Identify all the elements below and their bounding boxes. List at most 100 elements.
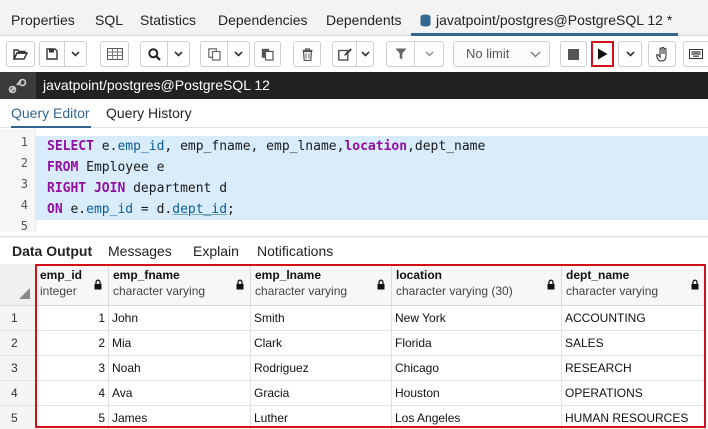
grid-button[interactable] [100, 41, 129, 67]
table-cell[interactable]: ACCOUNTING [562, 306, 706, 331]
table-cell[interactable]: RESEARCH [562, 356, 706, 381]
line-number-gutter: 1 2 3 4 5 [0, 129, 36, 233]
lock-icon [547, 279, 555, 290]
row-number[interactable]: 4 [0, 381, 36, 406]
row-number[interactable]: 2 [0, 331, 36, 356]
delete-button[interactable] [293, 41, 321, 67]
row-number[interactable]: 5 [0, 406, 36, 429]
table-cell[interactable]: Rodriguez [251, 356, 392, 381]
delete-icon [302, 47, 312, 61]
column-name: emp_lname [255, 268, 322, 282]
table-cell[interactable]: Los Angeles [392, 406, 562, 429]
column-header-emp-id[interactable]: emp_id integer [36, 264, 109, 306]
table-cell[interactable]: 4 [36, 381, 109, 406]
connection-label[interactable]: javatpoint/postgres@PostgreSQL 12 [43, 72, 270, 99]
line-number: 3 [20, 177, 28, 191]
database-icon [420, 14, 431, 27]
table-cell[interactable]: Luther [251, 406, 392, 429]
table-cell[interactable]: HUMAN RESOURCES [562, 406, 706, 429]
sql-editor[interactable]: 1 2 3 4 5 SELECT e.emp_id, emp_fname, em… [0, 129, 708, 233]
table-cell[interactable]: 5 [36, 406, 109, 429]
table-cell[interactable]: Houston [392, 381, 562, 406]
table-cell[interactable]: New York [392, 306, 562, 331]
tab-query-history[interactable]: Query History [106, 99, 192, 128]
connection-status-button[interactable] [0, 72, 36, 99]
stop-icon [568, 48, 579, 60]
save-dropdown[interactable] [65, 41, 87, 67]
paste-button[interactable] [254, 41, 281, 67]
table-cell[interactable]: 1 [36, 306, 109, 331]
filter-icon [395, 48, 406, 60]
line-number: 5 [20, 219, 28, 233]
save-icon [46, 48, 58, 60]
row-number[interactable]: 1 [0, 306, 36, 331]
paste-icon [261, 48, 274, 61]
copy-button[interactable] [200, 41, 228, 67]
table-cell[interactable]: Smith [251, 306, 392, 331]
table-cell[interactable]: Noah [109, 356, 251, 381]
table-cell[interactable]: Florida [392, 331, 562, 356]
stop-button[interactable] [560, 41, 587, 67]
column-header-emp-fname[interactable]: emp_fname character varying [109, 264, 251, 306]
hand-icon [655, 46, 667, 62]
row-limit-value: No limit [466, 46, 510, 61]
table-cell[interactable]: 3 [36, 356, 109, 381]
column-type: character varying (30) [396, 284, 513, 298]
tab-notifications[interactable]: Notifications [257, 237, 333, 265]
copy-dropdown[interactable] [228, 41, 250, 67]
table-cell[interactable]: Ava [109, 381, 251, 406]
tab-statistics[interactable]: Statistics [140, 0, 196, 36]
search-icon [147, 47, 161, 61]
tab-dependents[interactable]: Dependents [326, 0, 402, 36]
line-number: 2 [20, 156, 28, 170]
edit-dropdown[interactable] [357, 41, 374, 67]
tab-dependencies[interactable]: Dependencies [218, 0, 308, 36]
filter-button[interactable] [386, 41, 415, 67]
table-cell[interactable]: Gracia [251, 381, 392, 406]
table-cell[interactable]: OPERATIONS [562, 381, 706, 406]
output-tab-bar: Data Output Messages Explain Notificatio… [0, 236, 708, 264]
tab-data-output[interactable]: Data Output [12, 237, 92, 265]
chevron-down-icon [234, 51, 243, 57]
column-header-location[interactable]: location character varying (30) [392, 264, 562, 306]
find-button[interactable] [140, 41, 168, 67]
play-icon [598, 48, 608, 60]
lock-icon [691, 279, 699, 290]
row-limit-select[interactable]: No limit [453, 41, 550, 67]
edit-button[interactable] [332, 41, 357, 67]
column-name: location [396, 268, 443, 282]
table-cell[interactable]: James [109, 406, 251, 429]
tab-properties[interactable]: Properties [11, 0, 75, 36]
tab-sql[interactable]: SQL [95, 0, 123, 36]
column-name: emp_fname [113, 268, 180, 282]
table-cell[interactable]: 2 [36, 331, 109, 356]
open-file-button[interactable] [6, 41, 35, 67]
table-cell[interactable]: John [109, 306, 251, 331]
table-cell[interactable]: Chicago [392, 356, 562, 381]
row-number[interactable]: 3 [0, 356, 36, 381]
tab-messages[interactable]: Messages [108, 237, 172, 265]
tab-query-tool[interactable]: javatpoint/postgres@PostgreSQL 12 * [411, 0, 679, 36]
hand-button[interactable] [648, 41, 676, 67]
select-all-corner[interactable] [0, 264, 36, 306]
table-cell[interactable]: Clark [251, 331, 392, 356]
find-dropdown[interactable] [168, 41, 190, 67]
execute-button[interactable] [591, 41, 614, 67]
column-header-dept-name[interactable]: dept_name character varying [562, 264, 706, 306]
line-number: 1 [20, 135, 28, 149]
table-cell[interactable]: Mia [109, 331, 251, 356]
keyboard-button[interactable] [683, 41, 708, 67]
table-cell[interactable]: SALES [562, 331, 706, 356]
code-line: RIGHT JOIN department d [36, 178, 708, 199]
select-all-icon [19, 288, 30, 299]
tab-explain[interactable]: Explain [193, 237, 239, 265]
column-name: dept_name [566, 268, 630, 282]
execute-dropdown[interactable] [618, 41, 642, 67]
save-button[interactable] [39, 41, 65, 67]
tab-query-editor[interactable]: Query Editor [11, 99, 91, 128]
chevron-down-icon [424, 51, 434, 57]
lock-icon [236, 279, 244, 290]
column-header-emp-lname[interactable]: emp_lname character varying [251, 264, 392, 306]
data-output-grid: 1 2 3 4 5 emp_id integer emp_fname chara… [0, 264, 708, 429]
filter-dropdown[interactable] [415, 41, 444, 67]
